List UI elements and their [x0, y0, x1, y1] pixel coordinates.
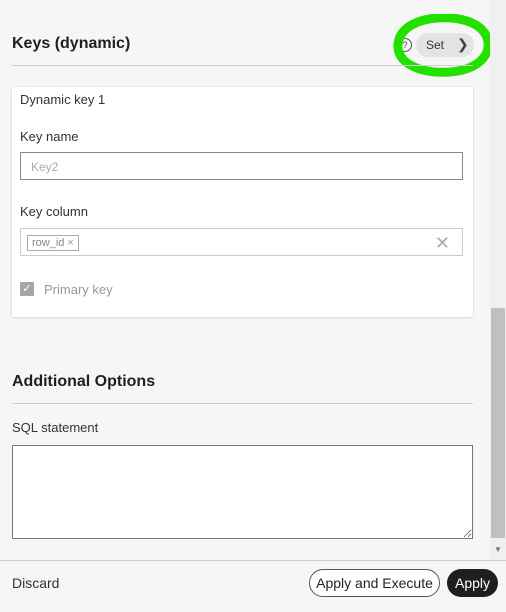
- key-column-label: Key column: [20, 204, 88, 219]
- key-column-tag-input[interactable]: row_id × ✕: [20, 228, 463, 256]
- additional-options-divider: [12, 403, 473, 404]
- footer-bar: Discard Apply and Execute Apply: [0, 560, 506, 612]
- primary-key-checkbox[interactable]: ✓: [20, 282, 34, 296]
- keys-divider: [12, 65, 473, 66]
- key-name-label: Key name: [20, 129, 79, 144]
- help-icon[interactable]: ?: [398, 38, 412, 52]
- dynamic-key-card: Dynamic key 1 Key name Key2 Key column r…: [12, 87, 473, 317]
- set-button[interactable]: Set ❯: [416, 33, 474, 57]
- chip-label: row_id: [32, 237, 65, 249]
- dynamic-key-header: Dynamic key 1: [20, 92, 106, 107]
- chevron-right-icon: ❯: [457, 36, 469, 52]
- key-name-input[interactable]: Key2: [20, 152, 463, 180]
- clear-icon[interactable]: ✕: [435, 233, 450, 254]
- sql-statement-label: SQL statement: [12, 420, 99, 435]
- discard-button[interactable]: Discard: [12, 575, 59, 591]
- scrollbar-thumb[interactable]: [491, 308, 505, 538]
- keys-section-title: Keys (dynamic): [12, 35, 131, 52]
- scroll-down-arrow-icon[interactable]: ▼: [494, 545, 502, 554]
- additional-options-title: Additional Options: [12, 373, 156, 390]
- chip-remove-icon[interactable]: ×: [67, 237, 73, 249]
- set-button-label: Set: [426, 38, 445, 52]
- apply-button[interactable]: Apply: [447, 569, 498, 597]
- primary-key-label: Primary key: [44, 282, 113, 297]
- settings-panel: Keys (dynamic) ? Set ❯ Dynamic key 1 Key…: [0, 0, 492, 560]
- row-id-chip: row_id ×: [27, 235, 79, 251]
- sql-statement-textarea[interactable]: [12, 445, 473, 539]
- apply-and-execute-button[interactable]: Apply and Execute: [309, 569, 440, 597]
